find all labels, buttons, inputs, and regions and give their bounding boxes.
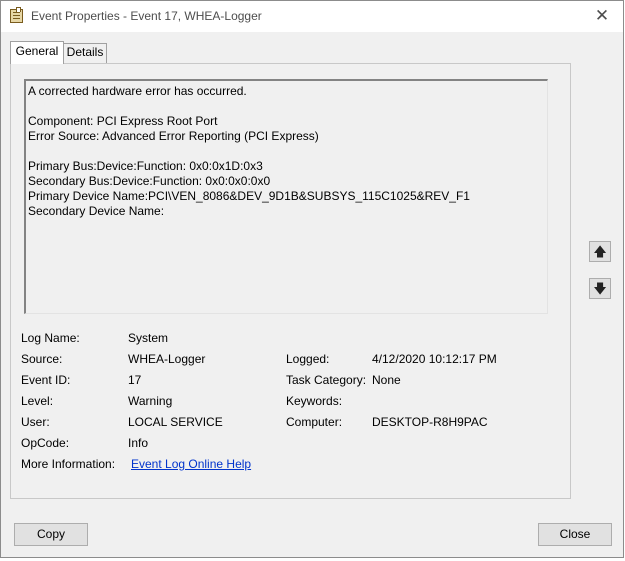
computer-value[interactable]: DESKTOP-R8H9PAC (372, 415, 488, 429)
description-line: A corrected hardware error has occurred. (28, 84, 247, 98)
description-line: Component: PCI Express Root Port (28, 114, 218, 128)
log-name-value[interactable]: System (128, 331, 168, 345)
description-line: Primary Bus:Device:Function: 0x0:0x1D:0x… (28, 159, 263, 173)
arrow-up-icon: 🡅 (593, 244, 607, 259)
logged-value[interactable]: 4/12/2020 10:12:17 PM (372, 352, 497, 366)
close-icon[interactable]: ✕ (593, 7, 611, 25)
copy-button[interactable]: Copy (14, 523, 88, 546)
keywords-label: Keywords: (286, 394, 343, 408)
description-line: Primary Device Name:PCI\VEN_8086&DEV_9D1… (28, 189, 470, 203)
title-bar: Event Properties - Event 17, WHEA-Logger… (1, 1, 623, 32)
event-log-online-help-link[interactable]: Event Log Online Help (131, 457, 251, 471)
window-title: Event Properties - Event 17, WHEA-Logger (31, 9, 262, 23)
description-line: Error Source: Advanced Error Reporting (… (28, 129, 319, 143)
opcode-label: OpCode: (21, 436, 70, 450)
user-value[interactable]: LOCAL SERVICE (128, 415, 223, 429)
tab-details[interactable]: Details (63, 43, 107, 63)
source-value[interactable]: WHEA-Logger (128, 352, 205, 366)
level-label: Level: (21, 394, 54, 408)
event-id-value[interactable]: 17 (128, 373, 141, 387)
previous-event-button[interactable]: 🡅 (589, 241, 611, 262)
event-description[interactable]: A corrected hardware error has occurred.… (24, 79, 548, 314)
more-information-label: More Information: (21, 457, 116, 471)
description-line: Secondary Device Name: (28, 204, 165, 218)
task-category-label: Task Category: (286, 373, 367, 387)
arrow-down-icon: 🡇 (593, 281, 607, 296)
opcode-value[interactable]: Info (128, 436, 148, 450)
computer-label: Computer: (286, 415, 343, 429)
level-value[interactable]: Warning (128, 394, 172, 408)
user-label: User: (21, 415, 50, 429)
task-category-value[interactable]: None (372, 373, 401, 387)
event-properties-window: Event Properties - Event 17, WHEA-Logger… (0, 0, 624, 558)
next-event-button[interactable]: 🡇 (589, 278, 611, 299)
event-log-icon (10, 7, 23, 23)
source-label: Source: (21, 352, 63, 366)
event-id-label: Event ID: (21, 373, 71, 387)
close-button[interactable]: Close (538, 523, 612, 546)
log-name-label: Log Name: (21, 331, 80, 345)
description-line: Secondary Bus:Device:Function: 0x0:0x0:0… (28, 174, 271, 188)
tab-general[interactable]: General (10, 41, 64, 64)
logged-label: Logged: (286, 352, 330, 366)
